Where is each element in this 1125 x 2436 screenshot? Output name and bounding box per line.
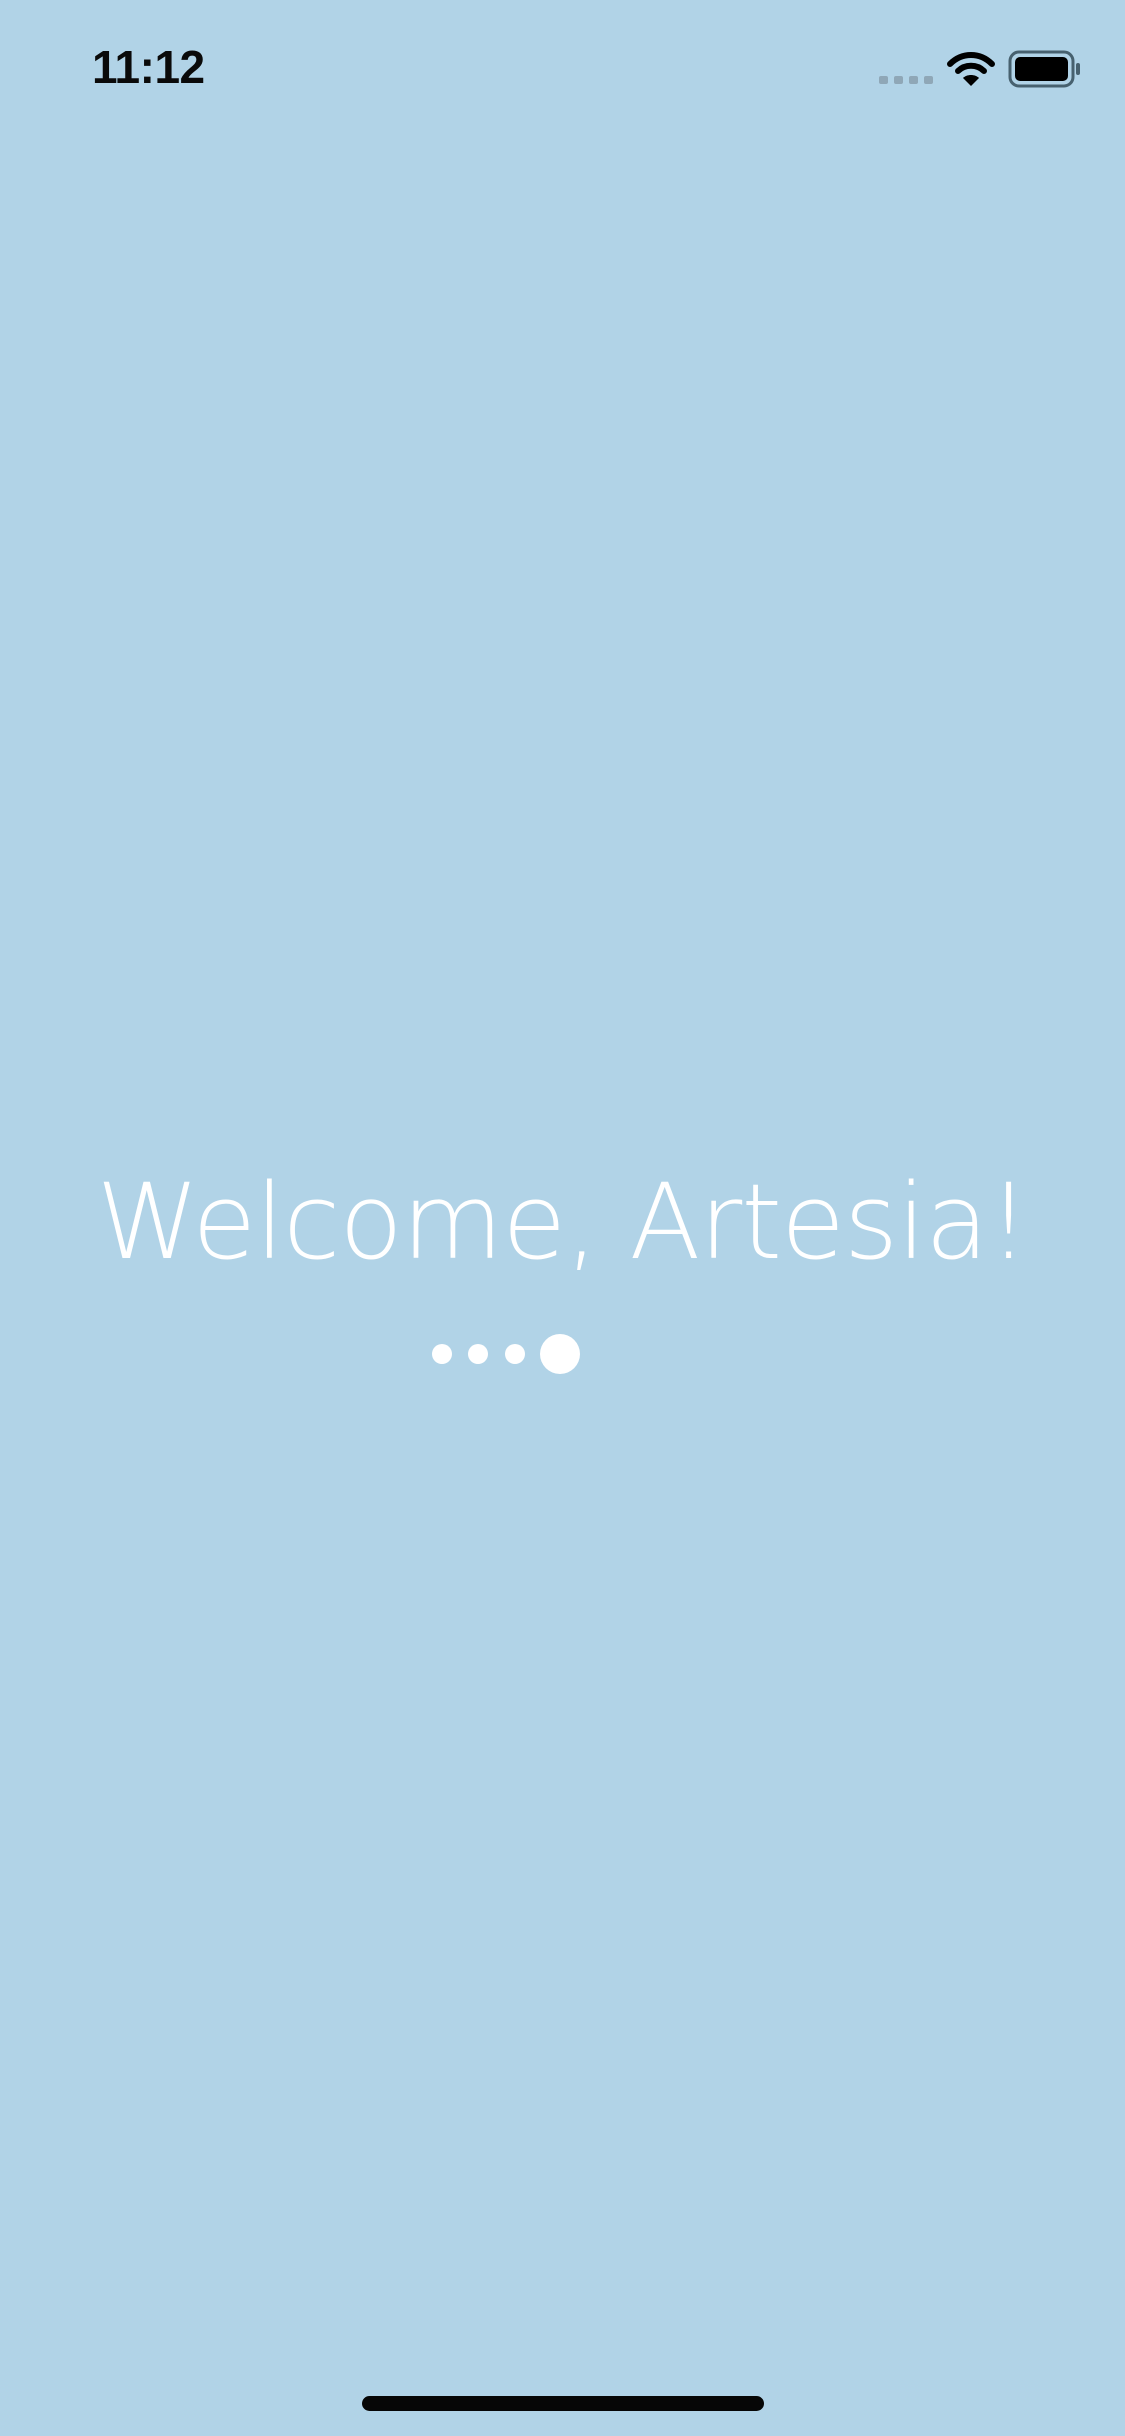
welcome-screen: 11:12 Welcome, Artesia! (0, 0, 1125, 2436)
battery-icon (1008, 50, 1080, 88)
status-bar: 11:12 (0, 0, 1125, 132)
loading-dot-4-active (540, 1334, 580, 1374)
loading-dot-2 (468, 1344, 488, 1364)
loading-dot-1 (432, 1344, 452, 1364)
signal-bars-icon (879, 76, 933, 84)
loading-dot-3 (505, 1344, 525, 1364)
wifi-icon (947, 52, 995, 86)
home-indicator[interactable] (362, 2396, 764, 2411)
loading-dots-icon (432, 1334, 580, 1374)
welcome-title: Welcome, Artesia! (96, 1161, 1030, 1283)
status-time: 11:12 (92, 41, 205, 93)
